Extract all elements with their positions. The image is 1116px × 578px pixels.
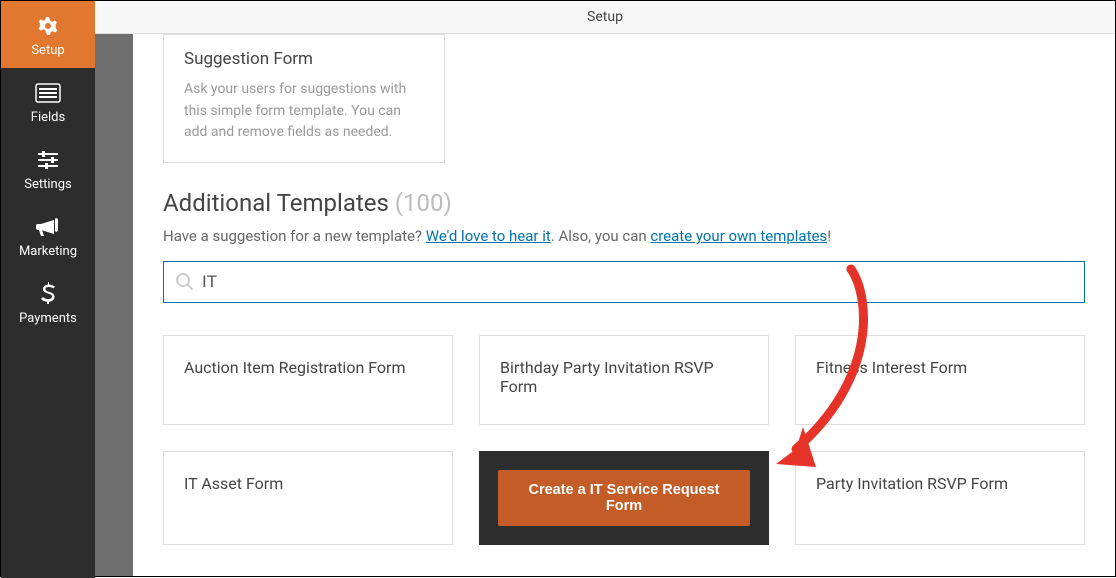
page-header: Setup [95, 1, 1115, 34]
search-input[interactable] [202, 272, 1072, 292]
sidebar-label-settings: Settings [24, 177, 71, 192]
sidebar-label-setup: Setup [31, 43, 64, 58]
own-templates-link[interactable]: create your own templates [650, 227, 827, 245]
sidebar-item-setup[interactable]: Setup [1, 1, 95, 68]
template-name: Birthday Party Invitation RSVP Form [500, 358, 748, 396]
create-template-button[interactable]: Create a IT Service Request Form [498, 470, 750, 526]
dollar-icon [35, 281, 61, 307]
template-name: IT Asset Form [184, 474, 283, 493]
sidebar: Setup Fields Settings Marketing Payments [1, 1, 95, 578]
template-name: Fitness Interest Form [816, 358, 967, 377]
bullhorn-icon [35, 214, 61, 240]
hear-it-link[interactable]: We'd love to hear it [426, 227, 551, 245]
sidebar-label-fields: Fields [31, 110, 65, 125]
sidebar-item-settings[interactable]: Settings [1, 135, 95, 202]
sliders-icon [35, 147, 61, 173]
sidebar-item-fields[interactable]: Fields [1, 68, 95, 135]
subtitle-middle: . Also, you can [551, 227, 651, 245]
gear-icon [35, 13, 61, 39]
suggestion-form-card[interactable]: Suggestion Form Ask your users for sugge… [163, 34, 445, 163]
template-search[interactable] [163, 261, 1085, 303]
subtitle-suffix: ! [827, 227, 831, 245]
template-card-auction[interactable]: Auction Item Registration Form [163, 335, 453, 425]
sidebar-label-payments: Payments [19, 311, 77, 326]
template-name: Auction Item Registration Form [184, 358, 406, 377]
list-icon [35, 80, 61, 106]
template-card-it-service-highlighted[interactable]: Create a IT Service Request Form [479, 451, 769, 545]
template-card-fitness[interactable]: Fitness Interest Form [795, 335, 1085, 425]
heading-text: Additional Templates [163, 189, 389, 217]
sidebar-label-marketing: Marketing [19, 244, 77, 259]
card-description: Ask your users for suggestions with this… [184, 79, 424, 144]
template-grid: Auction Item Registration Form Birthday … [163, 335, 1085, 545]
sidebar-item-payments[interactable]: Payments [1, 269, 95, 336]
additional-templates-subtitle: Have a suggestion for a new template? We… [163, 227, 1085, 245]
sidebar-item-marketing[interactable]: Marketing [1, 202, 95, 269]
template-card-birthday-rsvp[interactable]: Birthday Party Invitation RSVP Form [479, 335, 769, 425]
content-inner: Suggestion Form Ask your users for sugge… [133, 34, 1115, 576]
content-wrap: Suggestion Form Ask your users for sugge… [95, 34, 1115, 576]
search-icon [176, 273, 194, 291]
template-card-party-rsvp[interactable]: Party Invitation RSVP Form [795, 451, 1085, 545]
card-title: Suggestion Form [184, 49, 424, 69]
template-name: Party Invitation RSVP Form [816, 474, 1008, 493]
additional-templates-heading: Additional Templates (100) [163, 189, 1085, 217]
heading-count: (100) [395, 189, 452, 217]
subtitle-prefix: Have a suggestion for a new template? [163, 227, 426, 245]
page-title: Setup [587, 9, 623, 25]
template-card-it-asset[interactable]: IT Asset Form [163, 451, 453, 545]
